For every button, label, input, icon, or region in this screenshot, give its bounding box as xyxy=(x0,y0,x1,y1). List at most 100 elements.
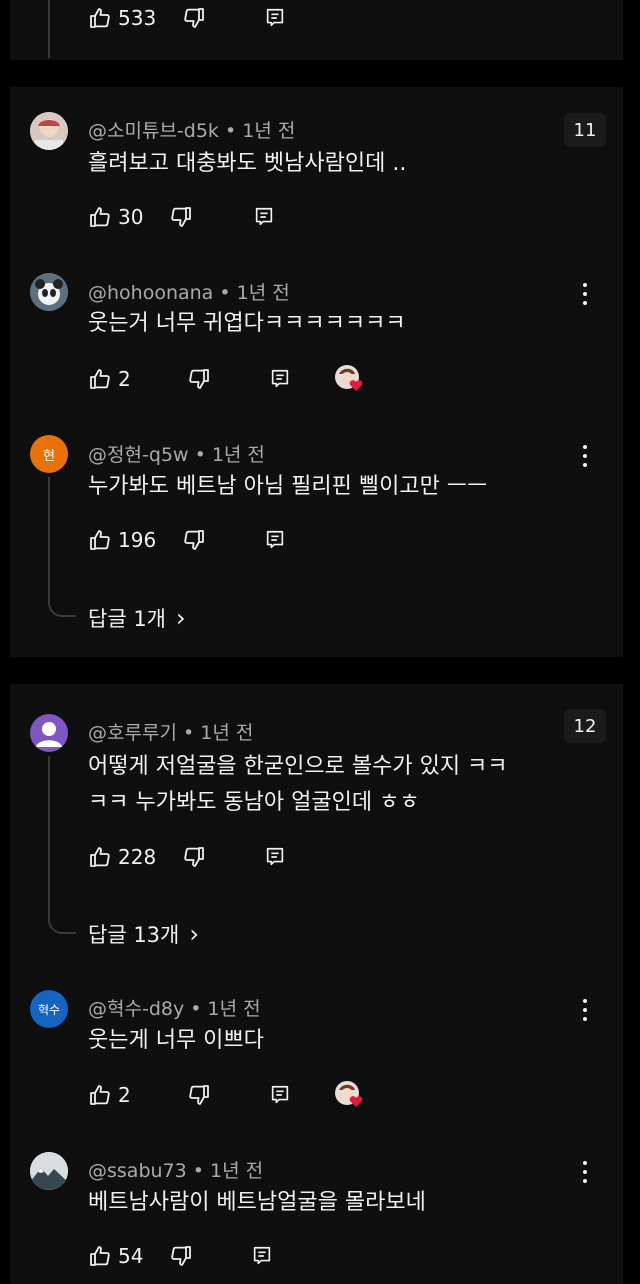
dislike-button[interactable] xyxy=(182,528,206,552)
comment-actions: 196 xyxy=(88,526,308,554)
meta-separator: • xyxy=(192,1160,204,1182)
avatar-initial: 혁수 xyxy=(37,1002,61,1017)
reply-button[interactable] xyxy=(269,1084,291,1106)
like-button[interactable]: 2 xyxy=(88,1083,135,1107)
comment-actions: 54 xyxy=(88,1242,295,1270)
reply-button[interactable] xyxy=(264,7,286,29)
more-vert-icon[interactable] xyxy=(576,1159,594,1185)
dislike-button[interactable] xyxy=(169,205,193,229)
comment-actions: 30 xyxy=(88,203,297,231)
meta-separator: • xyxy=(194,444,206,466)
dislike-button[interactable] xyxy=(187,1083,211,1107)
reply-thread-line xyxy=(48,0,50,58)
comment-time: 1년 전 xyxy=(211,444,265,466)
dislike-icon xyxy=(187,1083,211,1107)
comment-author[interactable]: @혁수-d8y xyxy=(88,998,184,1020)
view-replies-button[interactable]: 답글 1개 › xyxy=(88,603,186,633)
reply-button[interactable] xyxy=(269,368,291,390)
like-button[interactable]: 54 xyxy=(88,1244,147,1268)
reply-button[interactable] xyxy=(264,846,286,868)
creator-heart-icon xyxy=(335,1081,363,1107)
page-number-badge: 11 xyxy=(564,113,606,147)
comment-author[interactable]: @소미튜브-d5k xyxy=(88,120,219,142)
reply-icon xyxy=(251,1245,273,1267)
comment-actions: 533 xyxy=(88,4,308,32)
reply-icon xyxy=(253,206,275,228)
dislike-button[interactable] xyxy=(187,367,211,391)
like-icon xyxy=(88,6,112,30)
like-count: 196 xyxy=(118,528,157,552)
comment-actions: 2 xyxy=(88,365,313,393)
meta-separator: • xyxy=(182,722,195,744)
dislike-icon xyxy=(182,6,206,30)
reply-thread-line xyxy=(48,756,50,918)
dislike-button[interactable] xyxy=(182,845,206,869)
like-button[interactable]: 30 xyxy=(88,205,147,229)
comment-text: 웃는게 너무 이쁘다 xyxy=(88,1028,264,1053)
comment-actions: 2 xyxy=(88,1081,313,1109)
avatar[interactable]: 혁수 xyxy=(30,990,68,1028)
comment-time: 1년 전 xyxy=(210,1160,264,1182)
comment-author[interactable]: @ssabu73 xyxy=(88,1160,187,1182)
like-count: 2 xyxy=(118,367,131,391)
view-replies-button[interactable]: 답글 13개 › xyxy=(88,919,199,949)
comment-text: 웃는거 너무 귀엽다ㅋㅋㅋㅋㅋㅋㅋ xyxy=(88,311,406,336)
dislike-icon xyxy=(182,845,206,869)
comment-meta: @혁수-d8y • 1년 전 xyxy=(88,994,261,1021)
chevron-right-icon: › xyxy=(189,920,199,948)
reply-button[interactable] xyxy=(253,206,275,228)
replies-label: 답글 13개 xyxy=(88,923,180,947)
replies-label: 답글 1개 xyxy=(88,607,166,631)
comment-time: 1년 전 xyxy=(207,998,261,1020)
more-vert-icon[interactable] xyxy=(576,997,594,1023)
comment-text-line-2: ㅋㅋ 누가봐도 동남아 얼굴인데 ㅎㅎ xyxy=(88,790,420,815)
like-button[interactable]: 2 xyxy=(88,367,135,391)
comment-text: 누가봐도 베트남 아님 필리핀 삘이고만 ㅡㅡ xyxy=(88,474,488,499)
avatar[interactable] xyxy=(30,714,68,752)
comment-author[interactable]: @호루루기 xyxy=(88,722,177,744)
like-button[interactable]: 196 xyxy=(88,528,160,552)
like-count: 533 xyxy=(118,6,157,30)
reply-button[interactable] xyxy=(264,529,286,551)
more-vert-icon[interactable] xyxy=(576,281,594,307)
meta-separator: • xyxy=(219,282,231,304)
comment-time: 1년 전 xyxy=(236,282,290,304)
comment-meta: @정현-q5w • 1년 전 xyxy=(88,440,265,467)
dislike-icon xyxy=(169,205,193,229)
avatar[interactable] xyxy=(30,273,68,311)
comment-card-top: 533 xyxy=(10,0,623,60)
reply-icon xyxy=(269,1084,291,1106)
reply-icon xyxy=(264,7,286,29)
avatar[interactable] xyxy=(30,1152,68,1190)
like-icon xyxy=(88,845,112,869)
dislike-icon xyxy=(187,367,211,391)
like-count: 228 xyxy=(118,845,157,869)
avatar[interactable] xyxy=(30,112,68,150)
chevron-right-icon: › xyxy=(176,604,186,632)
comment-meta: @소미튜브-d5k • 1년 전 xyxy=(88,116,295,143)
more-vert-icon[interactable] xyxy=(576,443,594,469)
dislike-button[interactable] xyxy=(182,6,206,30)
comment-actions: 228 xyxy=(88,843,308,871)
dislike-button[interactable] xyxy=(169,1244,193,1268)
comment-meta: @hohoonana • 1년 전 xyxy=(88,278,290,305)
avatar[interactable]: 현 xyxy=(30,435,68,473)
avatar-initial: 현 xyxy=(43,448,55,464)
like-icon xyxy=(88,1083,112,1107)
comment-author[interactable]: @정현-q5w xyxy=(88,444,189,466)
like-button[interactable]: 533 xyxy=(88,6,160,30)
dislike-icon xyxy=(182,528,206,552)
comment-text-line-1: 어떻게 저얼굴을 한굳인으로 볼수가 있지 ㅋㅋ xyxy=(88,754,508,779)
reply-button[interactable] xyxy=(251,1245,273,1267)
reply-icon xyxy=(264,529,286,551)
comment-time: 1년 전 xyxy=(242,120,296,142)
comment-author[interactable]: @hohoonana xyxy=(88,282,213,304)
like-count: 30 xyxy=(118,205,144,229)
comment-meta: @호루루기 • 1년 전 xyxy=(88,718,253,745)
reply-thread-line xyxy=(48,477,50,601)
like-count: 2 xyxy=(118,1083,131,1107)
like-icon xyxy=(88,528,112,552)
dislike-icon xyxy=(169,1244,193,1268)
meta-separator: • xyxy=(224,120,237,142)
like-button[interactable]: 228 xyxy=(88,845,160,869)
